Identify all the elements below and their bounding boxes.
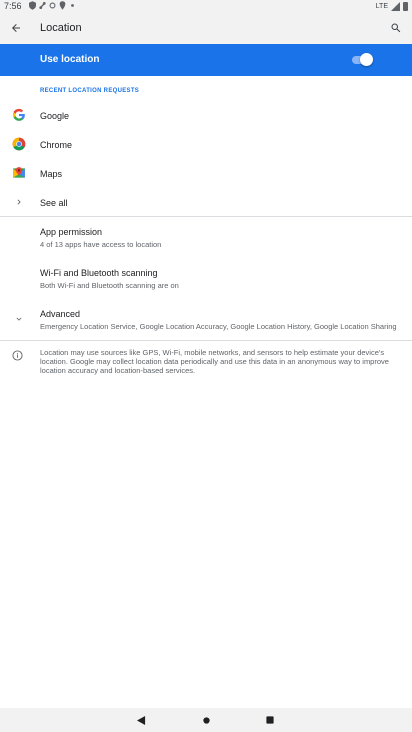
location-info-text: Location may use sources like GPS, Wi-Fi… — [40, 348, 389, 375]
chrome-icon — [12, 137, 26, 151]
nav-home-icon — [202, 716, 210, 724]
system-nav-bar — [0, 708, 412, 732]
use-location-toggle[interactable] — [352, 53, 373, 67]
toggle-thumb — [360, 53, 373, 66]
status-system-icons: LTE — [376, 0, 408, 12]
maps-label: Maps — [40, 169, 63, 179]
google-icon — [12, 108, 26, 122]
recent-requests-header: RECENT LOCATION REQUESTS — [40, 88, 140, 94]
nav-recents-icon — [266, 716, 274, 724]
wifi-bluetooth-scanning-row[interactable]: Wi-Fi and Bluetooth scanning Both Wi-Fi … — [0, 262, 412, 298]
app-permission-row[interactable]: App permission 4 of 13 apps have access … — [0, 221, 412, 257]
pin-icon — [59, 1, 66, 10]
nav-back-icon — [136, 715, 145, 725]
maps-icon — [12, 166, 26, 180]
nav-home-button[interactable] — [200, 714, 212, 726]
network-type: LTE — [375, 2, 388, 10]
recent-request-chrome[interactable]: Chrome — [0, 130, 412, 158]
recent-request-google[interactable]: Google — [0, 101, 412, 129]
nav-back-button[interactable] — [135, 714, 147, 726]
link-icon — [39, 2, 46, 9]
arrow-back-icon — [12, 24, 20, 32]
chrome-label: Chrome — [40, 140, 73, 150]
signal-icon — [391, 1, 400, 11]
app-permission-summary: 4 of 13 apps have access to location — [40, 240, 162, 249]
scanning-title: Wi-Fi and Bluetooth scanning — [40, 268, 158, 278]
chevron-right-icon — [12, 195, 26, 209]
status-notification-icons — [29, 1, 76, 10]
use-location-label: Use location — [40, 54, 100, 65]
advanced-summary: Emergency Location Service, Google Locat… — [40, 322, 397, 331]
divider — [0, 340, 412, 341]
battery-icon — [403, 1, 408, 11]
see-all-label: See all — [40, 198, 68, 208]
app-bar: Location — [0, 12, 412, 44]
scanning-summary: Both Wi-Fi and Bluetooth scanning are on — [40, 281, 179, 290]
page-title: Location — [40, 22, 82, 34]
use-location-bar[interactable]: Use location — [0, 44, 412, 76]
dot-icon — [71, 4, 74, 7]
back-button[interactable] — [4, 16, 28, 40]
search-icon — [391, 23, 401, 33]
info-icon — [12, 348, 26, 362]
status-bar: 7:56 LTE — [0, 0, 412, 12]
advanced-title: Advanced — [40, 309, 81, 319]
search-button[interactable] — [384, 16, 408, 40]
divider — [0, 216, 412, 217]
advanced-row[interactable]: Advanced Emergency Location Service, Goo… — [0, 303, 412, 339]
see-all-row[interactable]: See all — [0, 188, 412, 216]
shield-icon — [29, 1, 36, 10]
status-time: 7:56 — [4, 1, 22, 11]
chevron-down-icon — [12, 312, 26, 326]
app-permission-title: App permission — [40, 227, 103, 237]
recent-request-maps[interactable]: Maps — [0, 159, 412, 187]
google-label: Google — [40, 111, 70, 121]
sync-icon — [49, 2, 56, 9]
nav-recents-button[interactable] — [264, 714, 276, 726]
